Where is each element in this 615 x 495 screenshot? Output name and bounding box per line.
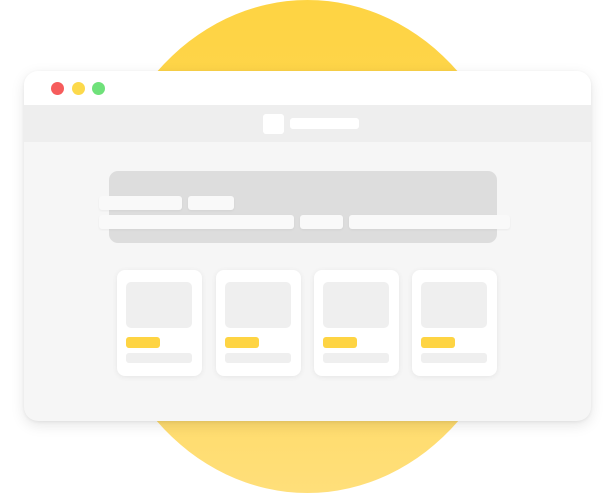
product-card[interactable] bbox=[412, 270, 497, 376]
card-image bbox=[421, 282, 487, 328]
card-caption bbox=[421, 353, 487, 363]
address-bar bbox=[24, 105, 591, 142]
url-field[interactable] bbox=[290, 118, 359, 129]
hero-search-field[interactable] bbox=[99, 215, 294, 229]
close-button[interactable] bbox=[51, 82, 64, 95]
hero-text-line bbox=[349, 215, 510, 229]
product-card[interactable] bbox=[117, 270, 202, 376]
card-image bbox=[323, 282, 389, 328]
product-card[interactable] bbox=[216, 270, 301, 376]
title-bar bbox=[24, 71, 591, 105]
favicon-icon bbox=[263, 114, 284, 134]
maximize-button[interactable] bbox=[92, 82, 105, 95]
card-tag bbox=[323, 337, 357, 348]
url-text bbox=[290, 118, 291, 119]
card-caption bbox=[323, 353, 389, 363]
card-caption bbox=[225, 353, 291, 363]
minimize-button[interactable] bbox=[72, 82, 85, 95]
browser-window bbox=[24, 71, 591, 421]
card-tag bbox=[126, 337, 160, 348]
card-tag bbox=[421, 337, 455, 348]
product-card[interactable] bbox=[314, 270, 399, 376]
hero-search-button[interactable] bbox=[300, 215, 343, 229]
card-caption bbox=[126, 353, 192, 363]
card-tag bbox=[225, 337, 259, 348]
card-image bbox=[225, 282, 291, 328]
hero-text-line bbox=[99, 196, 182, 210]
card-image bbox=[126, 282, 192, 328]
hero-button[interactable] bbox=[188, 196, 234, 210]
